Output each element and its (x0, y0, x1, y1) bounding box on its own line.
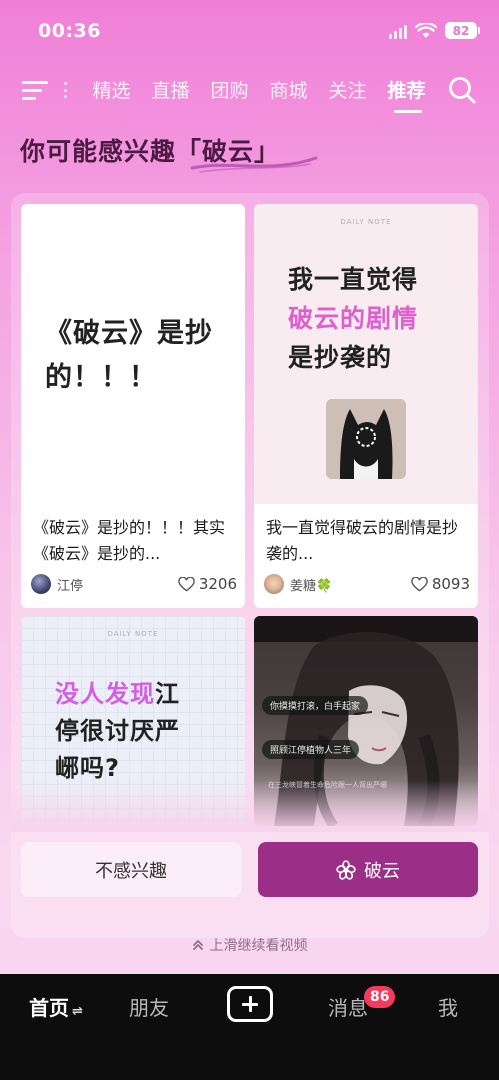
like-count: 3206 (198, 575, 237, 593)
nav-tabs: 精选 直播 团购 商城 关注 推荐 (82, 76, 436, 113)
bottom-tab-bar: 首页 ⇌ 朋友 消息 86 我 (0, 974, 499, 1080)
post-cover: 你摸摸打滚，白手起家 照顾江停植物人三年 在三龙峡冒着生命危险跟一人背出严峫 (254, 616, 478, 826)
caption-bubble: 你摸摸打滚，白手起家 (262, 696, 369, 715)
post-title: 《破云》是抄的！！！其实《破云》是抄的... (33, 518, 226, 563)
wifi-icon (415, 22, 437, 38)
status-indicators: 82 (389, 22, 480, 39)
tab-featured[interactable]: 精选 (82, 76, 141, 103)
cover-highlight: 没人发现 (55, 680, 155, 708)
headline-prefix: 你可能感兴趣 (20, 137, 177, 166)
tab-following[interactable]: 关注 (318, 76, 377, 103)
cover-line: 江 (155, 680, 180, 708)
tab-group-buy[interactable]: 团购 (200, 76, 259, 103)
signal-icon (389, 23, 407, 39)
topic-button-label: 破云 (364, 860, 400, 882)
caption-text: 在三龙峡冒着生命危险跟一人背出严峫 (268, 781, 387, 789)
swipe-hint-text: 上滑继续看视频 (209, 938, 308, 954)
cover-note: DAILY NOTE (340, 218, 392, 226)
cover-line: 是抄袭的 (288, 343, 393, 372)
search-icon[interactable] (447, 75, 477, 105)
cover-line: 峫吗? (55, 754, 120, 782)
tab-mall[interactable]: 商城 (259, 76, 318, 103)
cover-line: 停很讨厌严 (55, 717, 180, 745)
illustration-image (254, 616, 478, 826)
battery-icon: 82 (445, 22, 480, 39)
avatar[interactable] (264, 574, 284, 594)
like-count: 8093 (431, 575, 470, 593)
message-badge: 86 (364, 986, 396, 1008)
post-title: 我一直觉得破云的剧情是抄袭的... (266, 518, 459, 563)
author-name[interactable]: 江停 (57, 575, 178, 594)
post-card[interactable]: DAILY NOTE 我一直觉得 破云的剧情 是抄袭的 我一直觉得破云的剧情是抄… (254, 204, 478, 608)
headline-underline (190, 156, 318, 173)
post-cover: 《破云》是抄的！！！ (21, 204, 245, 504)
cat-image (326, 399, 406, 479)
tab-live[interactable]: 直播 (141, 76, 200, 103)
heart-icon[interactable] (411, 576, 428, 592)
tab-friends[interactable]: 朋友 (129, 992, 169, 1021)
flower-icon (336, 859, 356, 880)
post-meta: 姜糖🍀 8093 (264, 572, 470, 596)
status-time: 00:36 (38, 20, 101, 42)
double-chevron-up-icon (192, 940, 203, 950)
nav-divider (64, 82, 67, 98)
cover-line: 我一直觉得 (288, 265, 419, 294)
topic-button[interactable]: 破云 (258, 842, 478, 897)
swipe-hint[interactable]: 上滑继续看视频 (0, 935, 499, 955)
cover-text: 《破云》是抄的！！！ (45, 318, 213, 393)
post-meta: 江停 3206 (31, 572, 237, 596)
switch-icon: ⇌ (72, 1004, 83, 1019)
avatar[interactable] (31, 574, 51, 594)
author-name[interactable]: 姜糖🍀 (290, 575, 411, 594)
post-cover: DAILY NOTE 没人发现江 停很讨厌严 峫吗? (21, 616, 245, 826)
menu-icon[interactable] (22, 78, 50, 102)
status-bar: 00:36 82 (0, 0, 499, 62)
cover-line: 破云的剧情 (288, 304, 419, 333)
top-nav: 精选 直播 团购 商城 关注 推荐 (0, 70, 499, 114)
cover-note: DAILY NOTE (107, 630, 159, 638)
tab-home[interactable]: 首页 ⇌ (29, 992, 83, 1021)
post-card[interactable]: 《破云》是抄的！！！ 《破云》是抄的！！！其实《破云》是抄的... 江停 320… (21, 204, 245, 608)
post-cover: DAILY NOTE 我一直觉得 破云的剧情 是抄袭的 (254, 204, 478, 504)
heart-icon[interactable] (178, 576, 195, 592)
tab-recommended[interactable]: 推荐 (377, 76, 436, 113)
not-interested-button[interactable]: 不感兴趣 (21, 842, 241, 897)
create-button[interactable] (227, 986, 273, 1022)
tab-me[interactable]: 我 (438, 992, 458, 1021)
post-card[interactable]: 你摸摸打滚，白手起家 照顾江停植物人三年 在三龙峡冒着生命危险跟一人背出严峫 (254, 616, 478, 826)
tab-messages[interactable]: 消息 (328, 992, 368, 1021)
tab-home-label: 首页 (29, 996, 69, 1020)
caption-bubble: 照顾江停植物人三年 (262, 740, 360, 759)
post-card[interactable]: DAILY NOTE 没人发现江 停很讨厌严 峫吗? (21, 616, 245, 826)
